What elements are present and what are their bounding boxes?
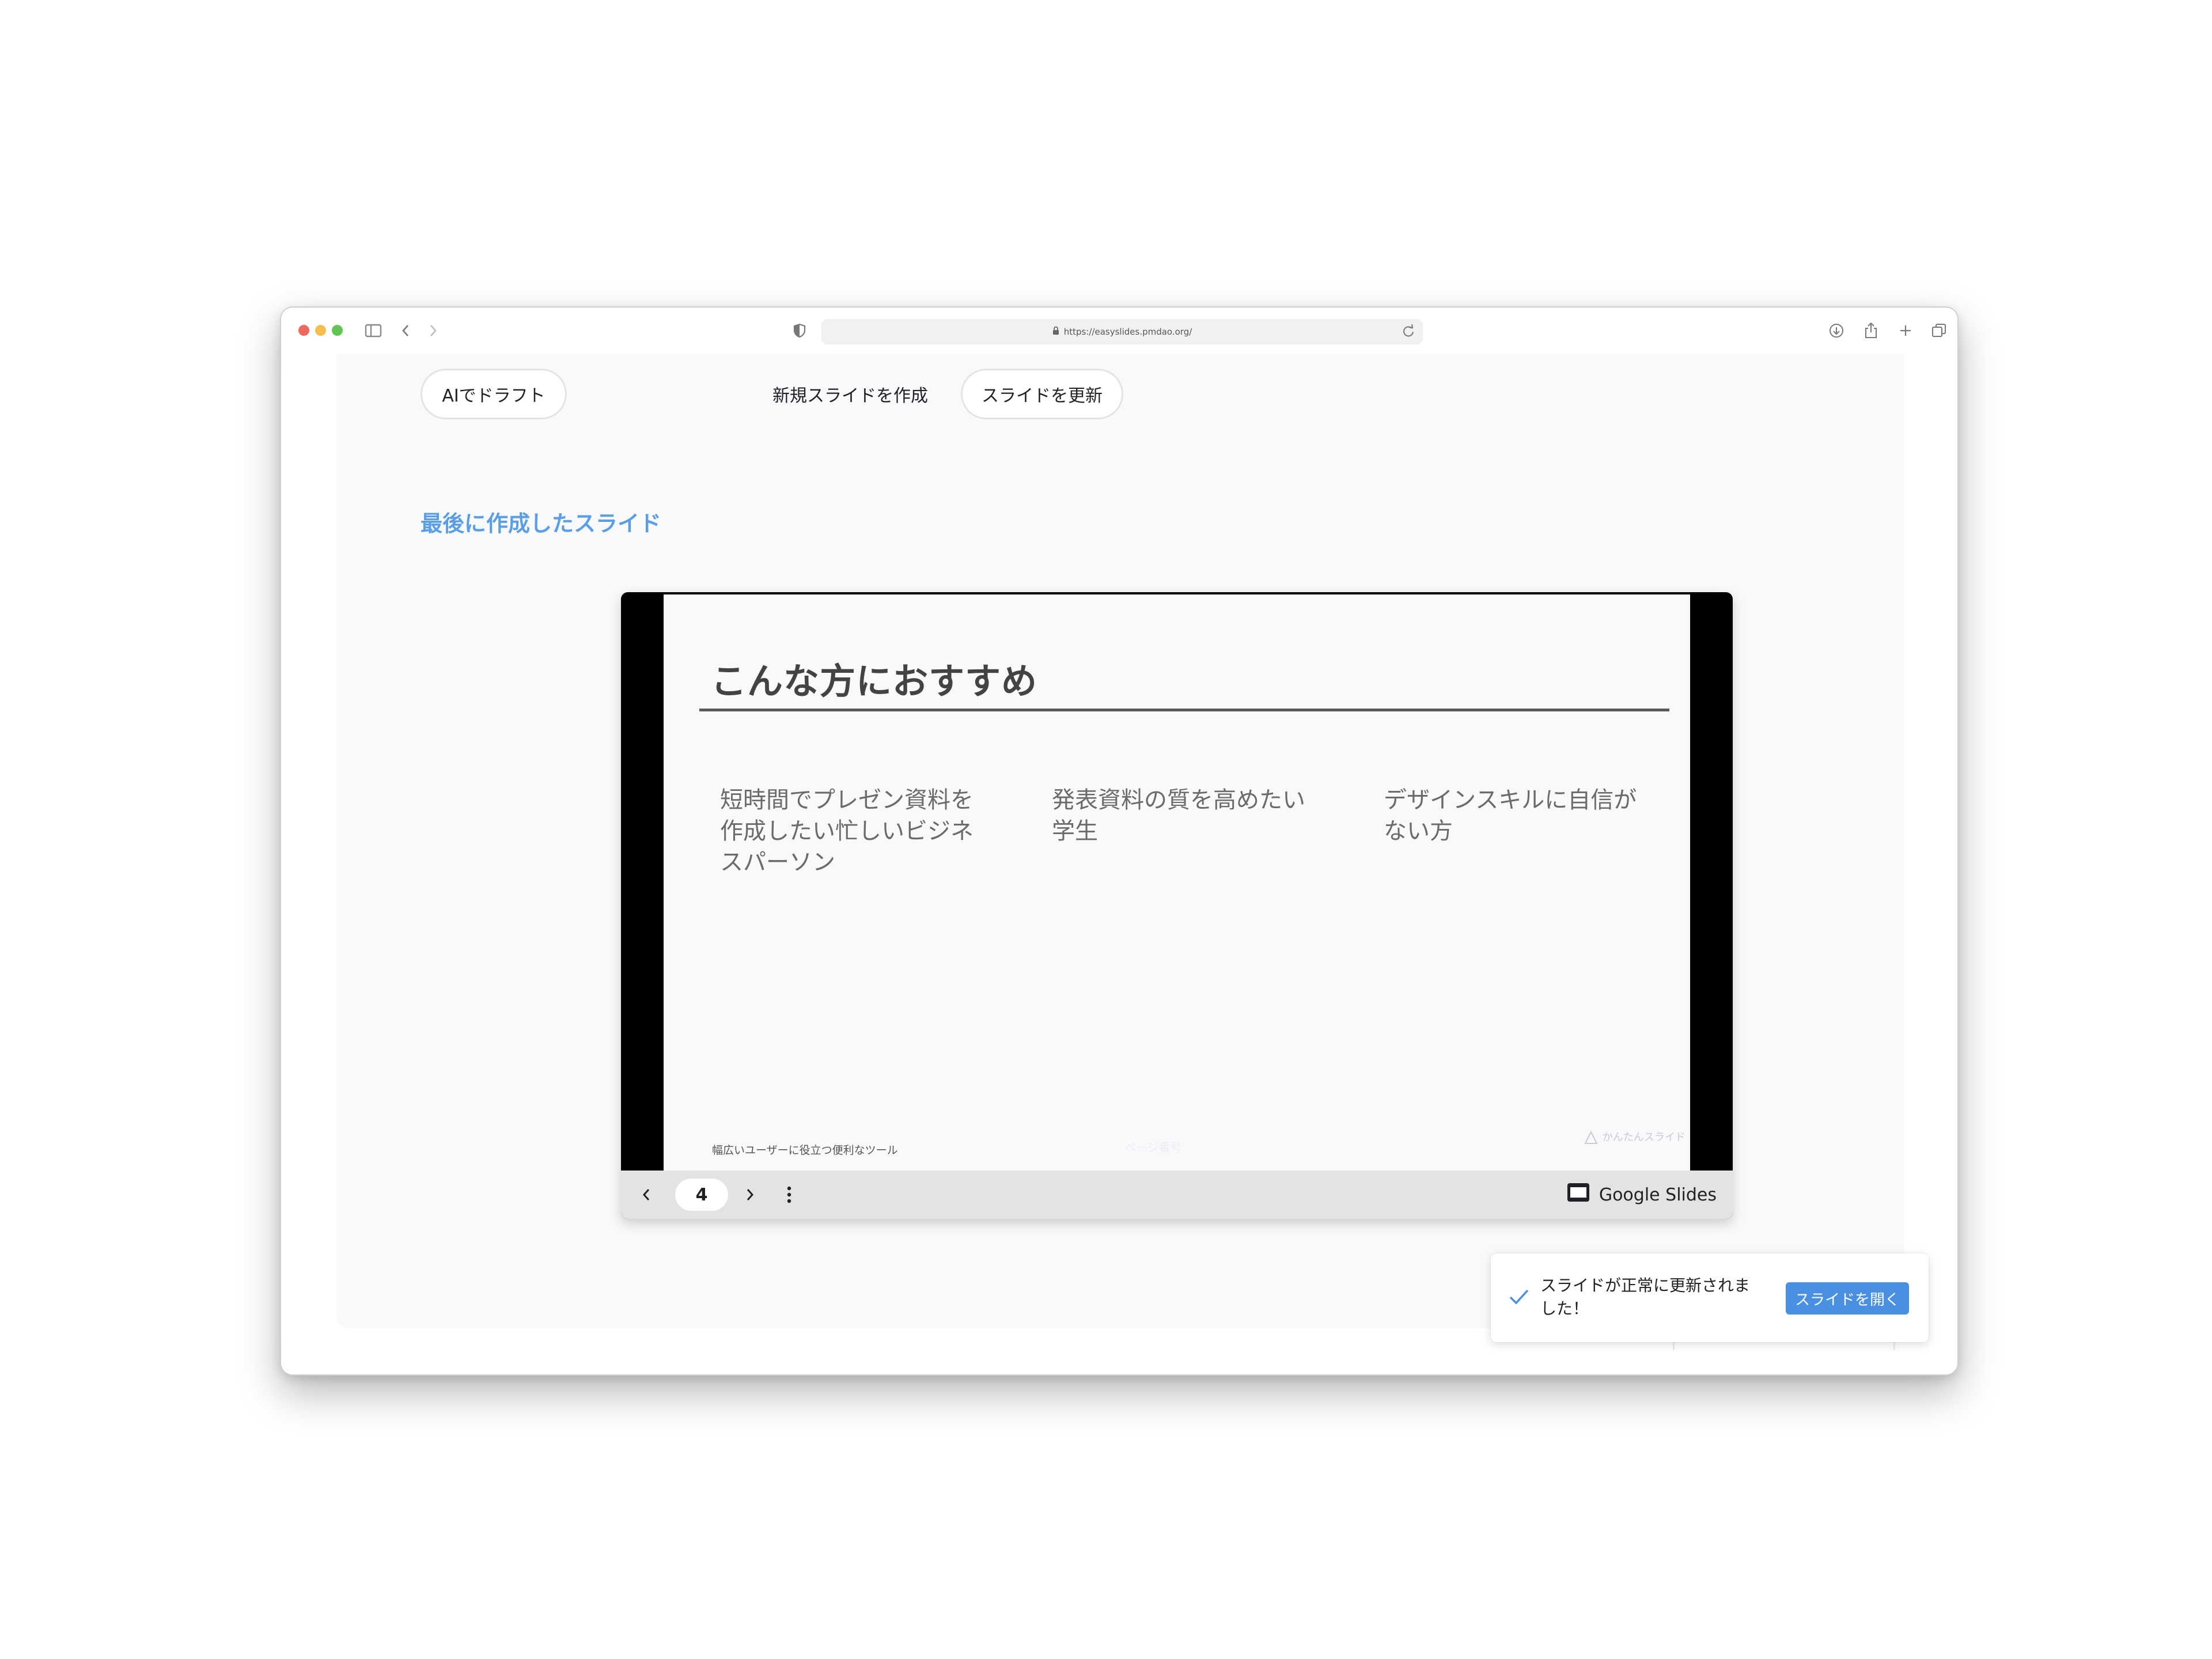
main-panel: AIでドラフト 新規スライドを作成 スライドを更新 最後に作成したスライド こん… <box>336 354 1904 1350</box>
address-url: https://easyslides.pmdao.org/ <box>1063 327 1192 337</box>
google-slides-icon <box>1567 1183 1590 1207</box>
back-icon[interactable] <box>394 319 417 342</box>
toast-message: スライドが正常に更新されました！ <box>1540 1276 1751 1318</box>
slide-footer: 幅広いユーザーに役立つ便利なツール <box>712 1144 898 1157</box>
lock-icon <box>1052 326 1059 338</box>
zoom-window-button[interactable] <box>332 325 343 336</box>
slide-divider <box>699 709 1669 711</box>
slide-faint-text: ページ番号 <box>1124 1141 1182 1154</box>
google-slides-label: Google Slides <box>1599 1184 1717 1205</box>
shield-icon[interactable] <box>788 319 811 342</box>
slide-column-3: デザインスキルに自信がない方 <box>1384 787 1637 844</box>
slide-logo-text: かんたんスライド <box>1602 1131 1685 1143</box>
ai-draft-button[interactable]: AIでドラフト <box>421 369 567 419</box>
sidebar-icon[interactable] <box>362 319 385 342</box>
slides-embed[interactable]: こんな方におすすめ 短時間でプレゼン資料を作成したい忙しいビジネスパーソン 発表… <box>621 592 1733 1219</box>
address-bar[interactable]: https://easyslides.pmdao.org/ <box>821 319 1423 344</box>
browser-window: https://easyslides.pmdao.org/ AIでドラフト 新規… <box>280 306 1959 1376</box>
close-window-button[interactable] <box>298 325 309 336</box>
more-options-icon[interactable] <box>778 1183 801 1206</box>
slide-canvas: こんな方におすすめ 短時間でプレゼン資料を作成したい忙しいビジネスパーソン 発表… <box>664 594 1690 1171</box>
google-slides-link[interactable]: Google Slides <box>1567 1183 1717 1206</box>
minimize-window-button[interactable] <box>315 325 326 336</box>
slide-logo: かんたんスライド <box>1583 1129 1685 1146</box>
slides-controls: 4 Google Slides <box>621 1171 1733 1219</box>
browser-toolbar: https://easyslides.pmdao.org/ <box>281 308 1957 354</box>
update-slide-button[interactable]: スライドを更新 <box>961 369 1123 419</box>
tabs-overview-icon[interactable] <box>1927 319 1950 342</box>
slide-column-1: 短時間でプレゼン資料を作成したい忙しいビジネスパーソン <box>720 787 974 876</box>
download-icon[interactable] <box>1825 319 1848 342</box>
open-slide-button[interactable]: スライドを開く <box>1786 1282 1909 1315</box>
page-content: AIでドラフト 新規スライドを作成 スライドを更新 最後に作成したスライド こん… <box>281 354 1957 1374</box>
new-slide-button[interactable]: 新規スライドを作成 <box>752 369 948 419</box>
share-icon[interactable] <box>1859 319 1883 342</box>
success-toast: スライドが正常に更新されました！ スライドを開く <box>1491 1253 1929 1342</box>
next-slide-icon[interactable] <box>738 1183 762 1206</box>
new-tab-icon[interactable] <box>1894 319 1917 342</box>
previous-slide-icon[interactable] <box>635 1183 658 1206</box>
section-title: 最後に作成したスライド <box>421 511 662 536</box>
forward-icon[interactable] <box>422 319 445 342</box>
slide-title: こんな方におすすめ <box>711 660 1038 702</box>
reload-icon[interactable] <box>1402 324 1415 340</box>
page-number[interactable]: 4 <box>675 1179 728 1211</box>
slide-column-2: 発表資料の質を高めたい学生 <box>1052 787 1305 844</box>
checkmark-icon <box>1507 1285 1531 1311</box>
